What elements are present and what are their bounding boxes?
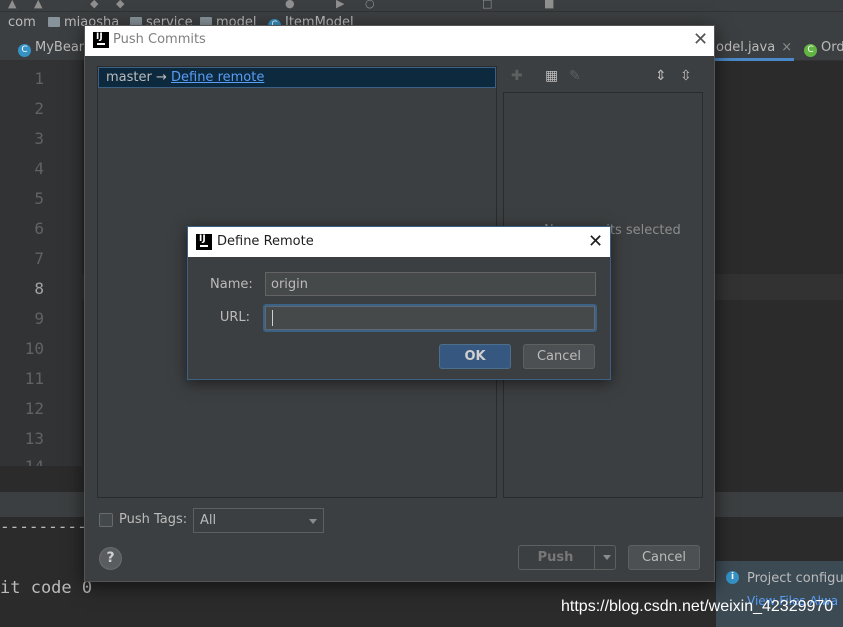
expand-all-icon[interactable]: ⇕	[655, 68, 667, 84]
active-tab-indicator	[714, 58, 794, 61]
collapse-all-icon[interactable]: ⇳	[680, 68, 692, 84]
dialog-titlebar[interactable]: IJ Push Commits ✕	[85, 26, 714, 56]
toolbar-icon[interactable]: ▲	[8, 0, 16, 10]
chevron-down-icon	[309, 519, 317, 524]
dialog-titlebar[interactable]: IJ Define Remote ✕	[188, 227, 610, 257]
line-number: 13	[24, 429, 44, 448]
intellij-logo-icon: IJ	[196, 234, 212, 250]
text-caret	[272, 310, 273, 326]
notification-title: Project configura	[747, 571, 843, 586]
toolbar-icon[interactable]: □	[482, 0, 492, 10]
tab-label: odel.java	[716, 40, 776, 55]
tab-order[interactable]: C Ord	[804, 34, 843, 61]
toolbar-icon[interactable]: ■	[544, 0, 554, 10]
notification-balloon[interactable]: i Project configura View Files Alwa	[716, 561, 843, 627]
class-icon: C	[804, 44, 817, 57]
watermark: https://blog.csdn.net/weixin_42329970	[561, 598, 834, 615]
tab-mybean[interactable]: C MyBean	[18, 34, 87, 61]
tab-label: Ord	[821, 40, 843, 55]
toolbar-icon[interactable]: ●	[285, 0, 295, 10]
ok-button[interactable]: OK	[439, 344, 511, 369]
breadcrumb-item[interactable]: com	[8, 15, 36, 30]
tree-row-branch[interactable]: master → Define remote	[98, 67, 496, 88]
dialog-title: Define Remote	[217, 234, 314, 249]
line-number: 11	[24, 369, 44, 388]
toolbar-icon[interactable]: ◆	[90, 0, 98, 10]
ide-toolbar: ▲ ▲ ◆ ◆ ● ▶ ○ □ ■	[0, 0, 843, 12]
cherry-pick-icon[interactable]: ✚	[511, 68, 523, 84]
close-icon[interactable]: ✕	[588, 233, 603, 251]
url-input[interactable]	[265, 306, 595, 330]
line-number-gutter: 1 2 3 4 5 6 7 8 9 10 11 12 13 14	[0, 61, 82, 466]
url-label: URL:	[219, 310, 250, 325]
push-options-button[interactable]	[598, 546, 616, 569]
details-toolbar: ✚ ▦ ✎ ⇕ ⇳	[505, 66, 703, 91]
line-number: 6	[34, 219, 44, 238]
toolbar-icon[interactable]: ▶	[336, 0, 344, 10]
class-icon: C	[18, 44, 31, 57]
line-number: 12	[24, 399, 44, 418]
line-number: 1	[34, 69, 44, 88]
edit-icon[interactable]: ✎	[569, 68, 581, 84]
help-button[interactable]: ?	[99, 547, 122, 570]
line-number: 10	[24, 339, 44, 358]
chevron-down-icon	[603, 555, 611, 560]
push-tags-checkbox[interactable]	[99, 513, 113, 527]
define-remote-link[interactable]: Define remote	[171, 70, 264, 85]
name-label: Name:	[210, 277, 253, 292]
line-number: 8	[34, 279, 44, 298]
tab-label: MyBean	[35, 40, 88, 55]
close-icon[interactable]: ×	[781, 40, 792, 55]
line-number: 9	[34, 309, 44, 328]
push-button-label: Push	[537, 550, 574, 565]
toolbar-icon[interactable]: ◆	[116, 0, 124, 10]
line-number: 4	[34, 159, 44, 178]
line-number: 7	[34, 249, 44, 268]
branch-name: master →	[106, 70, 171, 85]
push-tags-label[interactable]: Push Tags:	[119, 512, 187, 527]
line-number: 5	[34, 189, 44, 208]
info-icon: i	[726, 571, 739, 584]
toolbar-icon[interactable]: ▲	[34, 0, 42, 10]
folder-icon	[48, 17, 60, 27]
intellij-logo-icon: IJ	[93, 32, 109, 48]
button-divider	[594, 546, 595, 569]
dialog-title: Push Commits	[113, 32, 206, 47]
tags-select-value: All	[200, 513, 217, 528]
line-number: 2	[34, 99, 44, 118]
define-remote-dialog: IJ Define Remote ✕ Name: URL: OK Cancel	[187, 226, 611, 380]
name-input[interactable]	[265, 272, 596, 296]
cancel-button[interactable]: Cancel	[523, 344, 595, 369]
tab-itemmodel[interactable]: odel.java ×	[716, 34, 792, 61]
line-number: 14	[0, 457, 44, 466]
cancel-push-button[interactable]: Cancel	[628, 545, 700, 570]
branch-label: master → Define remote	[106, 70, 264, 85]
url-input-focus-ring	[263, 304, 597, 332]
close-icon[interactable]: ✕	[693, 31, 708, 49]
line-number: 3	[34, 129, 44, 148]
console-output: it code 0	[0, 578, 93, 598]
toolbar-icon[interactable]: ○	[365, 0, 375, 10]
push-button[interactable]: Push	[518, 545, 616, 570]
group-by-icon[interactable]: ▦	[545, 68, 558, 84]
tags-select[interactable]: All	[193, 508, 324, 533]
